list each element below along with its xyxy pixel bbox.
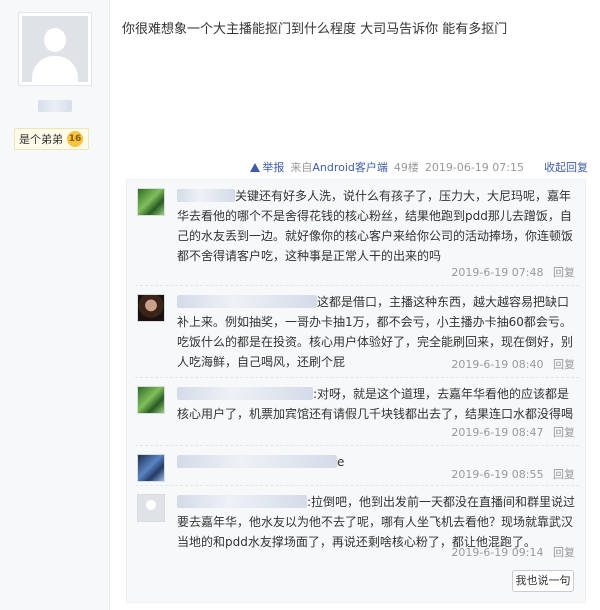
reply-meta: 2019-6-19 08:47 回复	[451, 424, 575, 440]
username-blurred[interactable]	[177, 495, 307, 508]
post-content: 你很难想象一个大主播能抠门到什么程度 大司马告诉你 能有多抠门	[122, 22, 508, 37]
avatar[interactable]	[137, 294, 165, 322]
reply-button[interactable]: 回复	[553, 426, 575, 439]
level-badge-icon: 16	[67, 131, 83, 147]
list-item: 这都是借口，主播这种东西，越大越容易把缺口补上来。例如抽奖，一哥办卡抽1万，都不…	[135, 286, 579, 378]
reply-meta: 2019-6-19 09:14 回复	[451, 544, 575, 560]
username-blurred[interactable]	[177, 387, 313, 400]
reply-button[interactable]: 回复	[553, 468, 575, 481]
reply-time: 2019-6-19 07:48	[451, 266, 544, 279]
reply-meta: 2019-6-19 08:40 回复	[451, 356, 575, 372]
default-avatar-icon[interactable]	[137, 494, 165, 522]
avatar[interactable]	[137, 386, 165, 414]
collapse-replies-link[interactable]: 收起回复	[544, 159, 588, 175]
avatar[interactable]	[137, 188, 165, 216]
reply-time: 2019-6-19 08:40	[451, 358, 544, 371]
reply-text: :拉倒吧，他到出发前一天都没在直播间和群里说过要去嘉年华，他水友以为他不去了呢，…	[177, 492, 577, 552]
reply-time: 2019-6-19 08:55	[451, 468, 544, 481]
avatar[interactable]	[18, 12, 92, 86]
report-label: 举报	[262, 161, 285, 174]
reply-meta: 2019-6-19 07:48 回复	[451, 264, 575, 280]
report-link[interactable]: 举报	[250, 159, 284, 175]
reply-time: 2019-6-19 08:47	[451, 426, 544, 439]
reply-list: 关键还有好多人洗，说什么有孩子了，压力大，大尼玛呢，嘉年华去看他的哪个不是舍得花…	[126, 179, 586, 603]
post-meta: 举报 来自Android客户端 49楼 2019-06-19 07:15 收起回…	[250, 159, 588, 175]
reply-button[interactable]: 回复	[553, 546, 575, 559]
reply-time: 2019-6-19 09:14	[451, 546, 544, 559]
list-item: e 2019-6-19 08:55 回复	[135, 446, 579, 486]
say-something-button[interactable]: 我也说一句	[512, 570, 574, 592]
reply-button[interactable]: 回复	[553, 358, 575, 371]
client-info: 来自Android客户端	[290, 159, 388, 175]
post-floor: 是个弟弟 16 你很难想象一个大主播能抠门到什么程度 大司马告诉你 能有多抠门 …	[0, 0, 600, 610]
username-blurred[interactable]	[177, 455, 337, 468]
reply-body: e	[337, 455, 345, 469]
user-sidebar: 是个弟弟 16	[0, 0, 110, 610]
avatar[interactable]	[137, 454, 165, 482]
rank-badge[interactable]: 是个弟弟 16	[14, 128, 89, 150]
default-avatar-icon	[22, 16, 88, 82]
list-item: :对呀，就是这个道理，去嘉年华看他的应该都是核心用户了，机票加宾馆还有请假几千块…	[135, 378, 579, 446]
username-blurred[interactable]	[177, 295, 317, 308]
username-blurred[interactable]	[38, 100, 72, 112]
reply-text: 关键还有好多人洗，说什么有孩子了，压力大，大尼玛呢，嘉年华去看他的哪个不是舍得花…	[177, 186, 577, 266]
client-link[interactable]: Android客户端	[312, 161, 388, 174]
rank-title: 是个弟弟	[19, 133, 63, 146]
list-item: 关键还有好多人洗，说什么有孩子了，压力大，大尼玛呢，嘉年华去看他的哪个不是舍得花…	[135, 180, 579, 286]
list-item: :拉倒吧，他到出发前一天都没在直播间和群里说过要去嘉年华，他水友以为他不去了呢，…	[135, 486, 579, 564]
warning-icon	[250, 162, 261, 172]
floor-number: 49楼	[393, 161, 419, 174]
username-blurred[interactable]	[177, 189, 235, 202]
client-prefix: 来自	[290, 161, 313, 174]
post-time: 2019-06-19 07:15	[424, 160, 524, 174]
reply-button[interactable]: 回复	[553, 266, 575, 279]
reply-text: :对呀，就是这个道理，去嘉年华看他的应该都是核心用户了，机票加宾馆还有请假几千块…	[177, 384, 577, 424]
reply-meta: 2019-6-19 08:55 回复	[451, 466, 575, 482]
reply-body: 关键还有好多人洗，说什么有孩子了，压力大，大尼玛呢，嘉年华去看他的哪个不是舍得花…	[177, 189, 574, 263]
